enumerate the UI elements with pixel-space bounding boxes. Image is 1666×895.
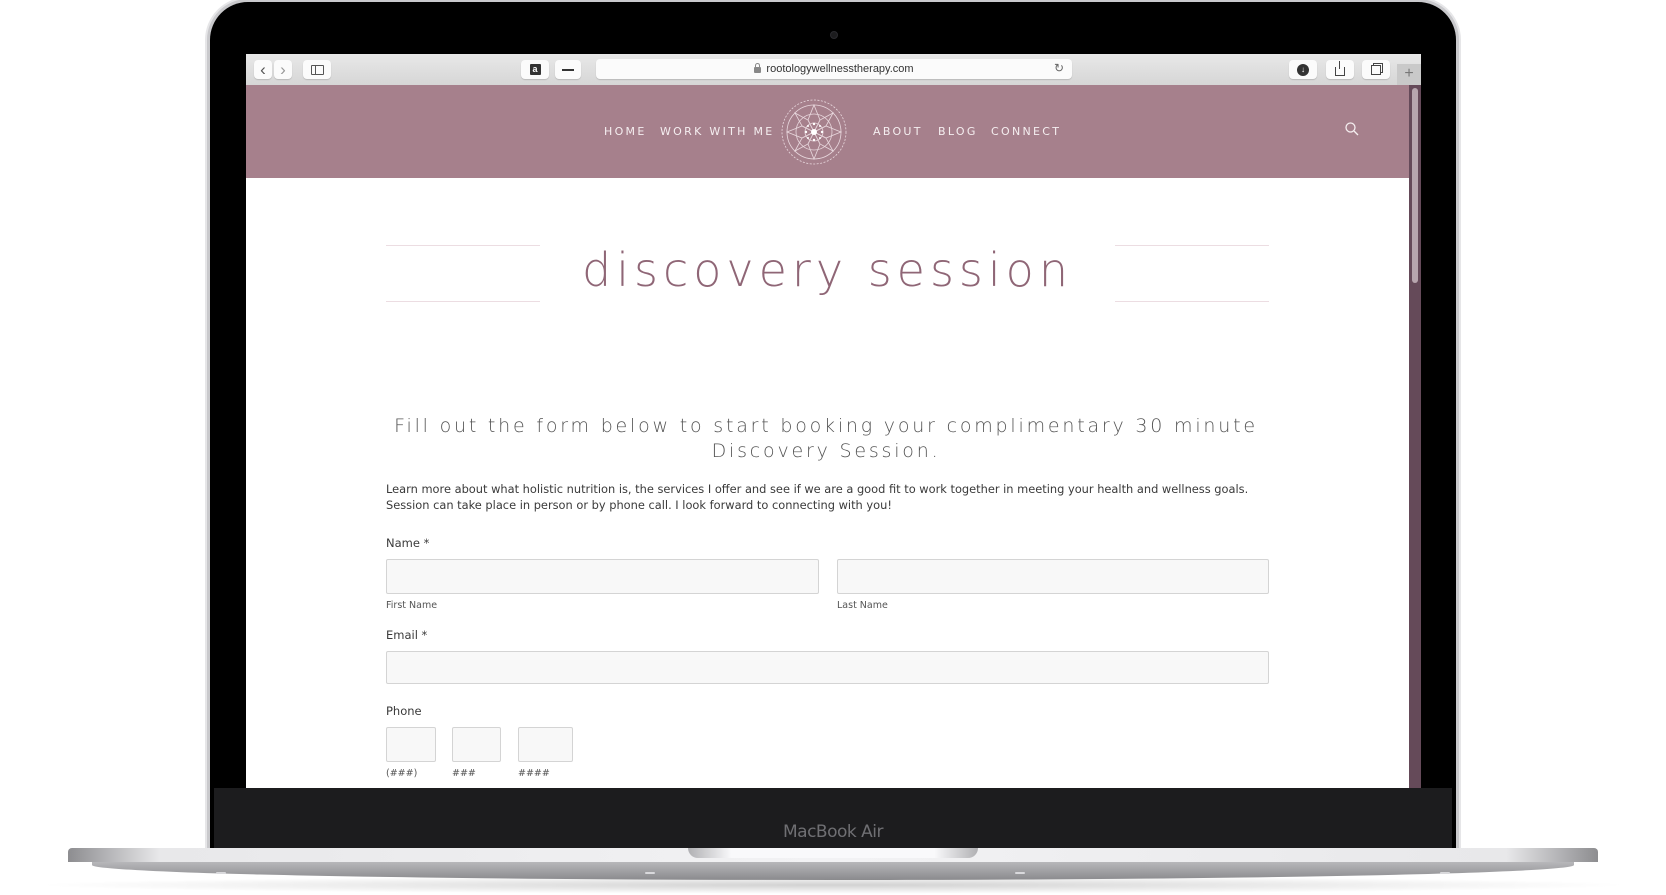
amazon-icon: a (529, 64, 541, 75)
page-title: discovery session (582, 243, 1073, 297)
mandala-logo[interactable] (780, 98, 848, 166)
browser-toolbar: ‹ › a rootologywellnesstherapy.com ↻ ↓ + (246, 54, 1421, 86)
intro-paragraph: Learn more about what holistic nutrition… (386, 482, 1249, 512)
reload-icon[interactable]: ↻ (1054, 61, 1064, 75)
amazon-extension-button[interactable]: a (521, 60, 549, 79)
form-intro-heading: Fill out the form below to start booking… (394, 415, 1258, 462)
page-content: discovery session Fill out the form belo… (246, 178, 1409, 788)
camera (830, 31, 838, 39)
nav-connect[interactable]: CONNECT (991, 125, 1061, 138)
page-scrollbar[interactable] (1409, 85, 1421, 788)
last-name-input[interactable] (837, 559, 1269, 594)
title-rule-bottom-right (1115, 301, 1269, 302)
title-rule-bottom-left (386, 301, 540, 302)
url-text: rootologywellnesstherapy.com (766, 63, 914, 75)
site-header: HOME WORK WITH ME ABOUT BLOG CONNECT (246, 85, 1409, 178)
phone-prefix-sublabel: ### (452, 768, 476, 779)
first-name-input[interactable] (386, 559, 819, 594)
search-icon[interactable] (1344, 121, 1360, 137)
downloads-button[interactable]: ↓ (1289, 60, 1317, 79)
first-name-sublabel: First Name (386, 600, 438, 611)
laptop-foot (216, 872, 226, 874)
lock-icon (754, 63, 762, 73)
tabs-icon (1371, 64, 1381, 75)
share-icon (1335, 61, 1345, 76)
phone-prefix-input[interactable] (452, 727, 501, 762)
browser-window: ‹ › a rootologywellnesstherapy.com ↻ ↓ +… (246, 54, 1421, 788)
chevron-left-icon: ‹ (260, 60, 266, 79)
email-input[interactable] (386, 651, 1269, 684)
new-tab-button[interactable]: + (1397, 64, 1421, 85)
laptop-foot (1440, 872, 1450, 874)
chevron-right-icon: › (280, 60, 286, 79)
laptop-foot (1015, 872, 1025, 874)
sidebar-icon (310, 64, 324, 75)
laptop-brand-label: MacBook Air (783, 822, 884, 842)
nav-home[interactable]: HOME (604, 125, 647, 138)
download-icon: ↓ (1297, 63, 1309, 76)
phone-label: Phone (386, 704, 422, 718)
name-label: Name * (386, 536, 430, 550)
extension-minus-button[interactable] (555, 60, 581, 79)
last-name-sublabel: Last Name (837, 600, 888, 611)
phone-area-code-input[interactable] (386, 727, 436, 762)
address-bar[interactable]: rootologywellnesstherapy.com ↻ (596, 59, 1072, 79)
phone-line-sublabel: #### (518, 768, 550, 779)
back-button[interactable]: ‹ (254, 60, 272, 79)
nav-work-with-me[interactable]: WORK WITH ME (660, 125, 775, 138)
phone-line-input[interactable] (518, 727, 573, 762)
laptop-foot (645, 872, 655, 874)
email-label: Email * (386, 628, 428, 642)
laptop-hinge-notch (688, 848, 978, 858)
share-button[interactable] (1326, 60, 1354, 79)
nav-about[interactable]: ABOUT (873, 125, 923, 138)
minus-icon (562, 68, 574, 71)
forward-button[interactable]: › (274, 60, 292, 79)
phone-area-code-sublabel: (###) (386, 768, 418, 779)
sidebar-button[interactable] (303, 60, 331, 79)
tabs-overview-button[interactable] (1362, 60, 1390, 79)
scrollbar-thumb[interactable] (1412, 88, 1418, 283)
nav-blog[interactable]: BLOG (938, 125, 978, 138)
